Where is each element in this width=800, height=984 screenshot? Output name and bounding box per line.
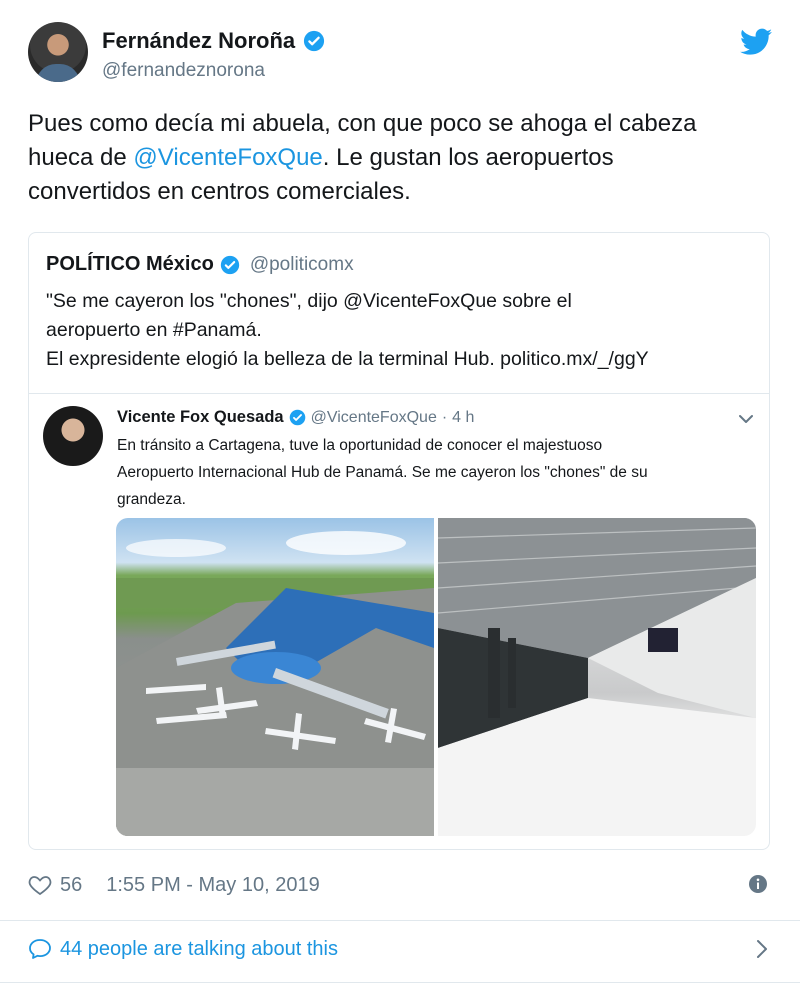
embedded-author-name[interactable]: Vicente Fox Quesada [117,408,284,427]
tweet-line: Pues como decía mi abuela, con que poco … [28,110,697,137]
embedded-author-handle[interactable]: @VicenteFoxQue [311,409,437,427]
verified-icon [304,30,325,52]
tweet-meta-row: 56 1:55 PM - May 10, 2019 [28,868,768,902]
talking-count-label[interactable]: 44 people are talking about this [60,938,338,961]
heart-icon[interactable] [28,874,52,896]
twitter-bird-icon[interactable] [740,28,772,56]
chevron-right-icon[interactable] [756,939,768,959]
airport-aerial-photo[interactable] [116,518,434,836]
embedded-author-avatar[interactable] [43,406,103,466]
media-gallery [116,518,756,836]
quoted-author-handle[interactable]: @politicomx [250,254,354,276]
mention-link[interactable]: @VicenteFoxQue [133,144,322,171]
divider [0,920,800,921]
quoted-tweet-body: "Se me cayeron los "chones", dijo @Vicen… [46,287,751,374]
verified-icon [220,255,239,274]
embedded-tweet-body: En tránsito a Cartagena, tuve la oportun… [117,432,747,513]
like-count[interactable]: 56 [60,874,82,897]
conversation-link[interactable]: 44 people are talking about this [28,932,768,966]
author-name[interactable]: Fernández Noroña [102,28,295,54]
chevron-down-icon[interactable] [739,414,753,424]
quoted-author-name[interactable]: POLÍTICO México [46,253,214,276]
info-icon[interactable] [748,874,768,894]
tweet-body: Pues como decía mi abuela, con que poco … [28,107,768,209]
embedded-timestamp[interactable]: 4 h [452,409,474,427]
author-name-row[interactable]: Fernández Noroña [102,28,325,54]
embedded-tweet-line: En tránsito a Cartagena, tuve la oportun… [117,437,603,454]
tweet-line: hueca de @VicenteFoxQue. Le gustan los a… [28,141,768,175]
tweet-text-fragment: . Le gustan los aeropuertos [322,144,614,171]
tweet-header: Fernández Noroña @fernandeznorona [28,22,772,86]
terminal-scene-icon [438,518,756,836]
quoted-tweet-header: POLÍTICO México @politicomx [46,253,354,276]
tweet-line: convertidos en centros comerciales. [28,178,411,205]
quoted-tweet-line: "Se me cayeron los "chones", dijo @Vicen… [46,290,572,312]
embedded-tweet-header: Vicente Fox Quesada @VicenteFoxQue · 4 h [117,408,474,427]
embedded-tweet-line: Aeropuerto Internacional Hub de Panamá. … [117,464,648,481]
verified-icon [289,409,305,426]
author-handle[interactable]: @fernandeznorona [102,60,265,82]
airport-terminal-photo[interactable] [438,518,756,836]
tweet-text-fragment: hueca de [28,144,134,171]
tweet-timestamp[interactable]: 1:55 PM - May 10, 2019 [106,874,319,897]
embedded-tweet-line: grandeza. [117,491,186,508]
aerial-scene-icon [116,531,434,836]
author-avatar[interactable] [28,22,88,82]
meta-separator: · [441,408,448,426]
divider [0,982,800,983]
quoted-tweet-line: El expresidente elogió la belleza de la … [46,348,649,370]
quoted-tweet-line: aeropuerto en #Panamá. [46,319,262,341]
comment-bubble-icon [29,939,51,959]
